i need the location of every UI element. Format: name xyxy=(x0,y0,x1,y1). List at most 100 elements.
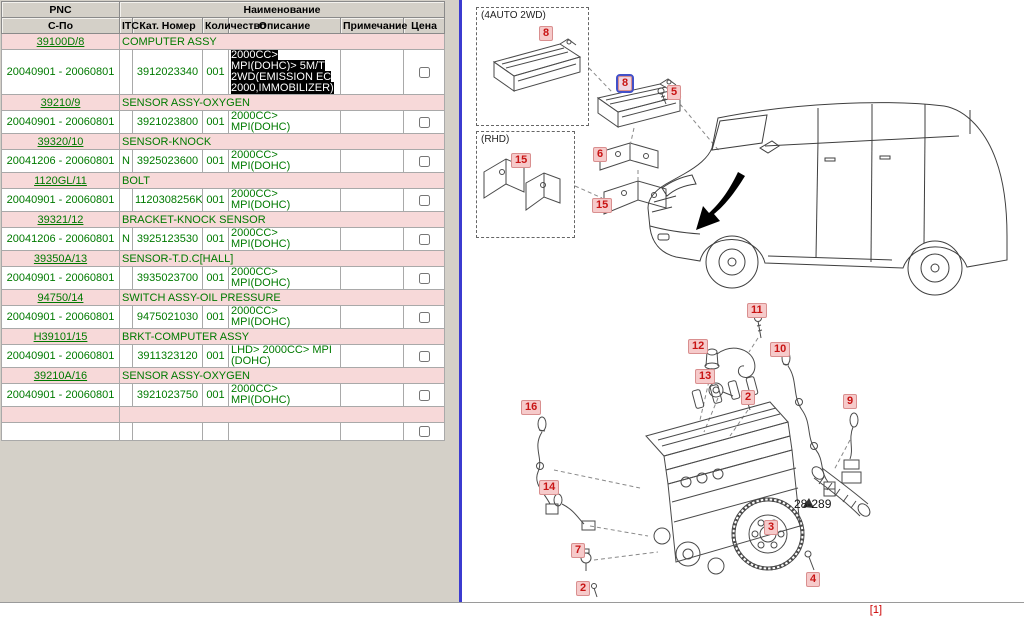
table-header-row-1: PNC Наименование xyxy=(2,2,445,18)
part-number-cell: 3921023750 xyxy=(133,384,203,407)
group-name-cell: SENSOR-T.D.C[HALL] xyxy=(120,251,445,267)
price-cell xyxy=(404,384,445,407)
period-cell: 20040901 - 20060801 xyxy=(2,50,120,95)
itc-cell: N xyxy=(120,228,133,251)
pnc-link[interactable]: 39100D/8 xyxy=(37,36,85,48)
inset-4auto-label: (4AUTO 2WD) xyxy=(480,10,547,21)
pnc-link[interactable]: 39210A/16 xyxy=(34,370,87,382)
select-checkbox[interactable] xyxy=(419,351,430,362)
part-number-cell: 9475021030 xyxy=(133,306,203,329)
description-cell[interactable]: 2000CC> MPI(DOHC) xyxy=(229,384,341,407)
price-cell xyxy=(404,189,445,212)
qty-cell: 001 xyxy=(203,111,229,134)
part-number-cell: 3912023340 xyxy=(133,50,203,95)
location-arrow xyxy=(696,172,745,230)
engine-drawing xyxy=(646,376,800,574)
sensor-14-drawing xyxy=(554,494,595,530)
itc-cell xyxy=(120,306,133,329)
description-cell[interactable]: 2000CC> MPI(DOHC) xyxy=(229,228,341,251)
parts-catalog-window: { "colors": { "window_bg": "#d4d0c8", "g… xyxy=(0,0,1024,618)
callout-11[interactable]: 11 xyxy=(747,303,767,318)
callout-2[interactable]: 2 xyxy=(576,581,590,596)
qty-cell xyxy=(203,423,229,441)
col-price-header: Цена xyxy=(404,18,445,34)
oxygen-sensor-16-drawing xyxy=(537,417,559,514)
pnc-link[interactable]: 39210/9 xyxy=(41,97,81,109)
table-group-row: 39210A/16 SENSOR ASSY-OXYGEN xyxy=(2,368,445,384)
callout-14[interactable]: 14 xyxy=(539,480,559,495)
callout-15[interactable]: 15 xyxy=(511,153,531,168)
callout-8-selected[interactable]: 8 xyxy=(618,76,632,91)
inset-4auto-2wd: (4AUTO 2WD) xyxy=(476,7,589,126)
table-group-row: 39350A/13 SENSOR-T.D.C[HALL] xyxy=(2,251,445,267)
callout-12[interactable]: 12 xyxy=(688,339,708,354)
bolt-drawing xyxy=(805,551,814,570)
qty-cell: 001 xyxy=(203,267,229,290)
select-checkbox[interactable] xyxy=(419,156,430,167)
note-cell xyxy=(341,267,404,290)
description-cell[interactable]: 2000CC> MPI(DOHC) xyxy=(229,306,341,329)
pnc-cell: H39101/15 xyxy=(2,329,120,345)
period-cell: 20041206 - 20060801 xyxy=(2,150,120,173)
select-checkbox[interactable] xyxy=(419,426,430,437)
table-row: 20040901 - 20060801 9475021030 001 2000C… xyxy=(2,306,445,329)
callout-6[interactable]: 6 xyxy=(593,147,607,162)
pnc-link[interactable]: 39320/10 xyxy=(38,136,84,148)
description-cell[interactable]: 2000CC> MPI(DOHC)> 5M/T 2WD(EMISSION EC … xyxy=(229,50,341,95)
table-group-row: 1120GL/11 BOLT xyxy=(2,173,445,189)
table-row: 20040901 - 20060801 3911323120 001 LHD> … xyxy=(2,345,445,368)
period-cell xyxy=(2,423,120,441)
select-checkbox[interactable] xyxy=(419,195,430,206)
pnc-link[interactable]: 39321/12 xyxy=(38,214,84,226)
callout-15[interactable]: 15 xyxy=(592,198,612,213)
description-text-selected: 2000CC> MPI(DOHC)> 5M/T 2WD(EMISSION EC … xyxy=(231,50,334,95)
pnc-cell: 39320/10 xyxy=(2,134,120,150)
part-number-cell: 3925123530 xyxy=(133,228,203,251)
description-cell[interactable]: 2000CC> MPI(DOHC) xyxy=(229,267,341,290)
cross-reference-label[interactable]: 28-289 xyxy=(794,497,831,511)
description-text: 2000CC> MPI(DOHC) xyxy=(231,384,290,407)
part-number-cell: 3925023600 xyxy=(133,150,203,173)
itc-cell xyxy=(120,50,133,95)
callout-2[interactable]: 2 xyxy=(741,390,755,405)
callout-13[interactable]: 13 xyxy=(695,369,715,384)
qty-cell: 001 xyxy=(203,384,229,407)
description-text: 2000CC> MPI(DOHC) xyxy=(231,267,290,290)
callout-3[interactable]: 3 xyxy=(764,520,778,535)
select-checkbox[interactable] xyxy=(419,273,430,284)
page-indicator[interactable]: [1] xyxy=(870,604,882,616)
callout-16[interactable]: 16 xyxy=(521,400,541,415)
callout-8[interactable]: 8 xyxy=(539,26,553,41)
period-cell: 20040901 - 20060801 xyxy=(2,189,120,212)
select-checkbox[interactable] xyxy=(419,67,430,78)
bolt-11-drawing xyxy=(755,315,763,339)
description-cell[interactable] xyxy=(229,423,341,441)
description-text: 2000CC> MPI(DOHC) xyxy=(231,228,290,251)
select-checkbox[interactable] xyxy=(419,312,430,323)
table-group-row: 39210/9 SENSOR ASSY-OXYGEN xyxy=(2,95,445,111)
table-group-row: 39320/10 SENSOR-KNOCK xyxy=(2,134,445,150)
select-checkbox[interactable] xyxy=(419,390,430,401)
itc-cell xyxy=(120,111,133,134)
description-cell[interactable]: LHD> 2000CC> MPI (DOHC) xyxy=(229,345,341,368)
pnc-link[interactable]: 94750/14 xyxy=(38,292,84,304)
callout-10[interactable]: 10 xyxy=(770,342,790,357)
callout-9[interactable]: 9 xyxy=(843,394,857,409)
callout-4[interactable]: 4 xyxy=(806,572,820,587)
note-cell xyxy=(341,50,404,95)
pnc-link[interactable]: 39350A/13 xyxy=(34,253,87,265)
description-cell[interactable]: 2000CC> MPI(DOHC) xyxy=(229,111,341,134)
col-partnumber-header: Кат. Номер xyxy=(133,18,203,34)
pnc-link[interactable]: 1120GL/11 xyxy=(34,175,87,187)
select-checkbox[interactable] xyxy=(419,117,430,128)
pnc-cell: 39210/9 xyxy=(2,95,120,111)
description-cell[interactable]: 2000CC> MPI(DOHC) xyxy=(229,189,341,212)
pnc-link[interactable]: H39101/15 xyxy=(34,331,88,343)
table-group-row: 94750/14 SWITCH ASSY-OIL PRESSURE xyxy=(2,290,445,306)
callout-5[interactable]: 5 xyxy=(667,85,681,100)
group-name-cell xyxy=(120,407,445,423)
qty-cell: 001 xyxy=(203,345,229,368)
description-cell[interactable]: 2000CC> MPI(DOHC) xyxy=(229,150,341,173)
select-checkbox[interactable] xyxy=(419,234,430,245)
callout-7[interactable]: 7 xyxy=(571,543,585,558)
